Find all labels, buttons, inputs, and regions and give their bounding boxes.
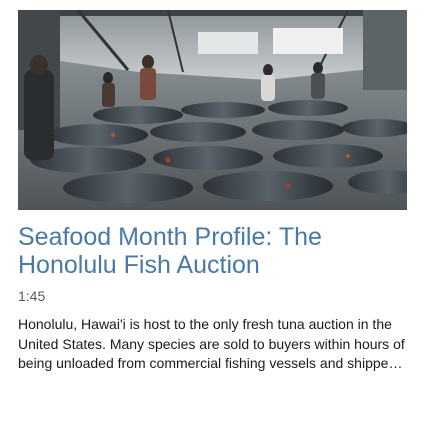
- video-description: Honolulu, Hawai'i is host to the only fr…: [18, 316, 405, 371]
- video-thumbnail[interactable]: [18, 10, 407, 210]
- video-duration: 1:45: [18, 288, 46, 304]
- video-card: Seafood Month Profile: The Honolulu Fish…: [18, 10, 407, 374]
- video-title[interactable]: Seafood Month Profile: The Honolulu Fish…: [18, 223, 407, 279]
- fish-auction-photo: [18, 10, 407, 210]
